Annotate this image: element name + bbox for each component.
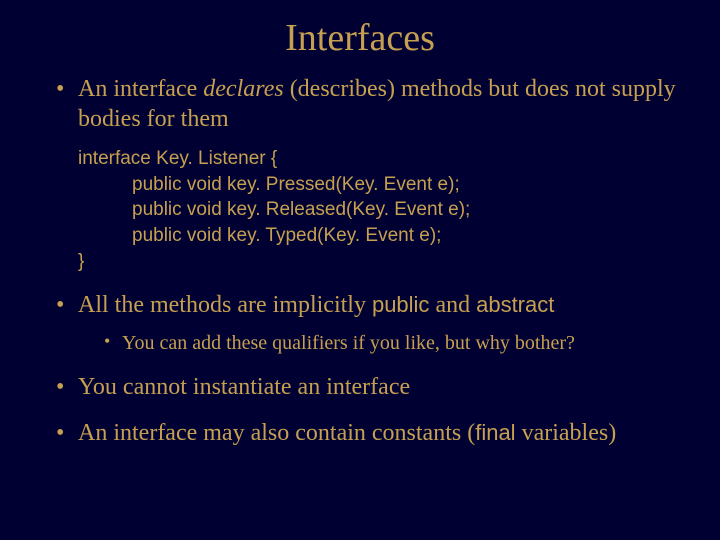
code-line-2: public void key. Pressed(Key. Event e);: [78, 172, 686, 198]
code-line-3: public void key. Released(Key. Event e);: [78, 197, 686, 223]
code-line-5: }: [78, 249, 686, 275]
bullet-1-declares: declares: [203, 76, 283, 102]
bullet-list: An interface declares (describes) method…: [0, 74, 720, 448]
slide-title: Interfaces: [0, 0, 720, 74]
bullet-4-text-a: An interface may also contain constants …: [78, 420, 475, 446]
keyword-final: final: [475, 420, 515, 445]
code-block: interface Key. Listener { public void ke…: [78, 146, 686, 274]
keyword-public: public: [372, 292, 429, 317]
bullet-4: An interface may also contain constants …: [56, 418, 686, 448]
bullet-3: You cannot instantiate an interface: [56, 372, 686, 402]
bullet-2: All the methods are implicitly public an…: [56, 290, 686, 356]
bullet-2-text-a: All the methods are implicitly: [78, 292, 372, 318]
bullet-2-and: and: [429, 292, 476, 318]
slide: Interfaces An interface declares (descri…: [0, 0, 720, 540]
bullet-1: An interface declares (describes) method…: [56, 74, 686, 274]
sub-bullet-1: You can add these qualifiers if you like…: [104, 330, 686, 356]
sub-bullet-list: You can add these qualifiers if you like…: [78, 330, 686, 356]
code-line-1: interface Key. Listener {: [78, 146, 686, 172]
bullet-1-text-a: An interface: [78, 76, 203, 102]
bullet-4-text-b: variables): [516, 420, 617, 446]
keyword-abstract: abstract: [476, 292, 554, 317]
code-line-4: public void key. Typed(Key. Event e);: [78, 223, 686, 249]
